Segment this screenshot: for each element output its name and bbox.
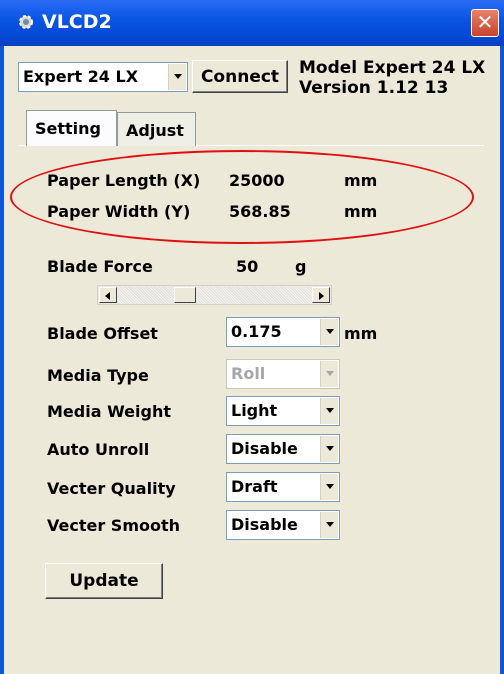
- annotation-ellipse: [10, 150, 474, 244]
- media-weight-label: Media Weight: [47, 402, 171, 421]
- close-button[interactable]: ✕: [471, 9, 499, 37]
- vecter-quality-label: Vecter Quality: [47, 479, 176, 498]
- blade-force-slider[interactable]: [97, 285, 332, 305]
- chevron-down-icon[interactable]: [320, 436, 338, 462]
- chevron-down-icon[interactable]: [320, 319, 338, 345]
- blade-force-unit: g: [295, 257, 307, 276]
- model-select[interactable]: Expert 24 LX: [18, 62, 188, 92]
- close-icon: ✕: [476, 10, 494, 34]
- vlcd2-window: VLCD2 ✕ Expert 24 LX Connect Model Exper…: [0, 0, 504, 674]
- update-button[interactable]: Update: [45, 563, 163, 599]
- slider-thumb[interactable]: [174, 287, 196, 303]
- auto-unroll-select[interactable]: Disable: [226, 434, 340, 464]
- model-select-value: Expert 24 LX: [23, 67, 139, 86]
- blade-offset-label: Blade Offset: [47, 324, 158, 343]
- model-info-line2: Version 1.12 13: [299, 78, 449, 98]
- connect-button[interactable]: Connect: [192, 60, 288, 93]
- model-info-line1: Model Expert 24 LX: [299, 58, 486, 78]
- window-frame-left: [0, 46, 4, 674]
- media-weight-select[interactable]: Light: [226, 396, 340, 426]
- blade-offset-unit: mm: [344, 324, 378, 343]
- chevron-down-icon[interactable]: [168, 64, 186, 90]
- blade-force-label: Blade Force: [47, 257, 153, 276]
- chevron-down-icon[interactable]: [320, 398, 338, 424]
- media-type-label: Media Type: [47, 366, 149, 385]
- auto-unroll-label: Auto Unroll: [47, 440, 150, 459]
- scroll-left-icon[interactable]: [99, 287, 117, 303]
- window-title: VLCD2: [42, 11, 112, 33]
- app-gear-icon: [19, 15, 33, 29]
- title-bar[interactable]: VLCD2 ✕: [0, 0, 504, 46]
- vecter-quality-select[interactable]: Draft: [226, 472, 340, 502]
- blade-offset-select[interactable]: 0.175: [226, 317, 340, 347]
- chevron-down-icon: [320, 361, 338, 387]
- media-type-select: Roll: [226, 359, 340, 389]
- chevron-down-icon[interactable]: [320, 512, 338, 538]
- tab-setting[interactable]: Setting: [26, 110, 117, 146]
- window-frame-right: [500, 46, 504, 674]
- vecter-smooth-select[interactable]: Disable: [226, 510, 340, 540]
- chevron-down-icon[interactable]: [320, 474, 338, 500]
- scroll-right-icon[interactable]: [312, 287, 330, 303]
- tab-adjust[interactable]: Adjust: [117, 112, 196, 146]
- vecter-smooth-label: Vecter Smooth: [47, 516, 181, 535]
- blade-force-value: 50: [236, 257, 259, 276]
